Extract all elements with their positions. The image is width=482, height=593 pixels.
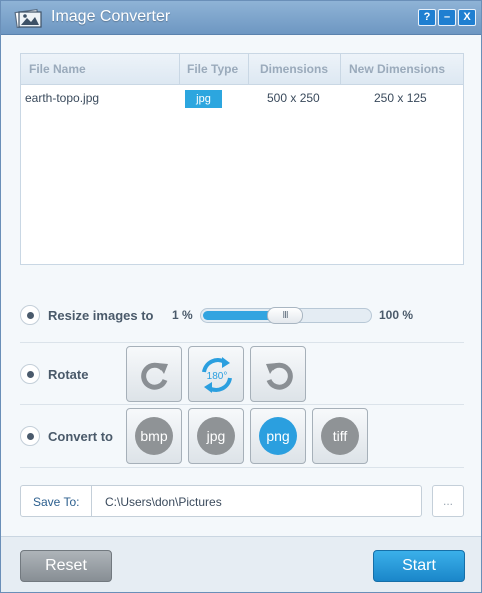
save-to-field[interactable]: Save To: C:\Users\don\Pictures xyxy=(20,485,422,517)
divider xyxy=(20,342,464,343)
format-jpg-label: jpg xyxy=(197,417,235,455)
resize-min-label: 1 % xyxy=(172,308,193,322)
resize-label: Resize images to xyxy=(48,308,154,323)
save-path-input[interactable]: C:\Users\don\Pictures xyxy=(105,495,222,509)
divider xyxy=(20,467,464,468)
format-bmp-label: bmp xyxy=(135,417,173,455)
resize-max-label: 100 % xyxy=(379,308,414,322)
format-jpg-button[interactable]: jpg xyxy=(188,408,244,464)
format-bmp-button[interactable]: bmp xyxy=(126,408,182,464)
close-button[interactable]: X xyxy=(458,9,476,26)
format-png-button[interactable]: png xyxy=(250,408,306,464)
help-button[interactable]: ? xyxy=(418,9,436,26)
image-converter-window: Image Converter ? – X File Name File Typ… xyxy=(0,0,482,593)
rotate-180-label: 180° xyxy=(207,371,228,382)
rotate-label: Rotate xyxy=(48,367,89,382)
column-divider xyxy=(248,54,249,85)
cell-new-dimensions: 250 x 125 xyxy=(374,91,427,105)
column-header-new-dimensions[interactable]: New Dimensions xyxy=(349,54,445,85)
divider xyxy=(20,404,464,405)
file-type-badge: jpg xyxy=(185,90,222,108)
convert-label: Convert to xyxy=(48,429,113,444)
rotate-right-icon xyxy=(141,362,168,390)
resize-slider-thumb[interactable]: III xyxy=(267,307,303,324)
save-to-label: Save To: xyxy=(33,495,80,509)
save-to-divider xyxy=(91,486,92,516)
convert-radio[interactable] xyxy=(20,426,40,446)
reset-button[interactable]: Reset xyxy=(20,550,112,582)
table-header: File Name File Type Dimensions New Dimen… xyxy=(21,54,463,85)
image-app-icon xyxy=(14,8,42,29)
cell-file-name: earth-topo.jpg xyxy=(25,91,100,105)
rotate-radio[interactable] xyxy=(20,364,40,384)
column-header-dimensions[interactable]: Dimensions xyxy=(260,54,328,85)
column-divider xyxy=(340,54,341,85)
format-tiff-label: tiff xyxy=(321,417,359,455)
start-button[interactable]: Start xyxy=(373,550,465,582)
rotate-clockwise-button[interactable] xyxy=(126,346,182,402)
format-tiff-button[interactable]: tiff xyxy=(312,408,368,464)
title-bar[interactable]: Image Converter ? – X xyxy=(1,1,481,35)
window-title: Image Converter xyxy=(51,8,171,25)
format-png-label: png xyxy=(259,417,297,455)
rotate-180-icon: 180° xyxy=(202,357,232,393)
resize-radio[interactable] xyxy=(20,305,40,325)
column-divider xyxy=(179,54,180,85)
browse-button[interactable]: ... xyxy=(432,485,464,517)
file-list-table[interactable]: File Name File Type Dimensions New Dimen… xyxy=(20,53,464,265)
column-header-file-type[interactable]: File Type xyxy=(187,54,238,85)
column-header-file-name[interactable]: File Name xyxy=(29,54,86,85)
minimize-button[interactable]: – xyxy=(438,9,456,26)
rotate-180-button[interactable]: 180° xyxy=(188,346,244,402)
rotate-counterclockwise-button[interactable] xyxy=(250,346,306,402)
cell-dimensions: 500 x 250 xyxy=(267,91,320,105)
rotate-left-icon xyxy=(266,362,293,390)
